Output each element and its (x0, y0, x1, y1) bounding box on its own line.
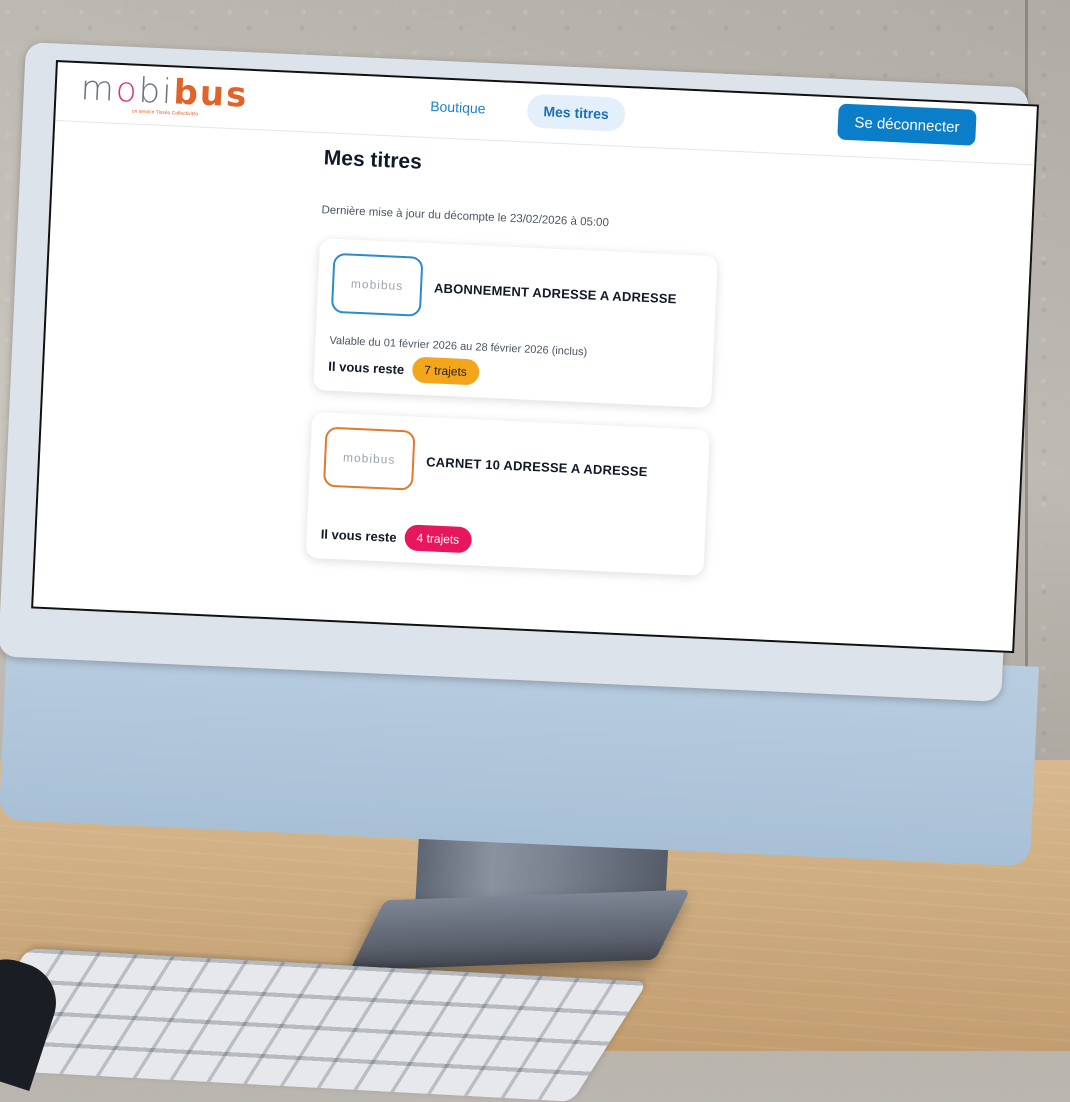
page-title: Mes titres (323, 146, 423, 174)
ticket-card[interactable]: mobibus CARNET 10 ADRESSE A ADRESSE Il v… (305, 411, 710, 576)
main-nav: Boutique Mes titres (414, 88, 626, 132)
ticket-logo-badge: mobibus (330, 252, 424, 317)
last-update-text: Dernière mise à jour du décompte le 23/0… (321, 204, 610, 230)
remaining-label: Il vous reste (320, 526, 397, 545)
ticket-card[interactable]: mobibus ABONNEMENT ADRESSE A ADRESSE Val… (313, 238, 718, 409)
ticket-remaining-row: Il vous reste 4 trajets (320, 521, 693, 564)
ticket-logo-badge: mobibus (322, 426, 416, 491)
logo-wordmark: mobibus (79, 68, 250, 116)
ticket-name: ABONNEMENT ADRESSE A ADRESSE (433, 279, 677, 306)
logout-button[interactable]: Se déconnecter (837, 103, 977, 146)
remaining-trips-badge: 7 trajets (411, 356, 480, 386)
monitor-stand-base (349, 889, 691, 971)
ticket-logo-text: mobibus (342, 450, 396, 467)
nav-item-boutique[interactable]: Boutique (414, 88, 503, 126)
main-content: Mes titres Dernière mise à jour du décom… (305, 146, 724, 598)
nav-item-mes-titres[interactable]: Mes titres (526, 93, 626, 132)
browser-screen: mobibus un service Tisséo Collectivités … (31, 60, 1039, 654)
ticket-card-header: mobibus ABONNEMENT ADRESSE A ADRESSE (330, 252, 705, 330)
ticket-logo-text: mobibus (350, 276, 404, 293)
ticket-card-header: mobibus CARNET 10 ADRESSE A ADRESSE (322, 426, 697, 504)
mobibus-logo[interactable]: mobibus un service Tisséo Collectivités (79, 68, 250, 121)
remaining-label: Il vous reste (328, 358, 405, 377)
ticket-name: CARNET 10 ADRESSE A ADRESSE (425, 453, 648, 479)
remaining-trips-badge: 4 trajets (403, 524, 472, 554)
